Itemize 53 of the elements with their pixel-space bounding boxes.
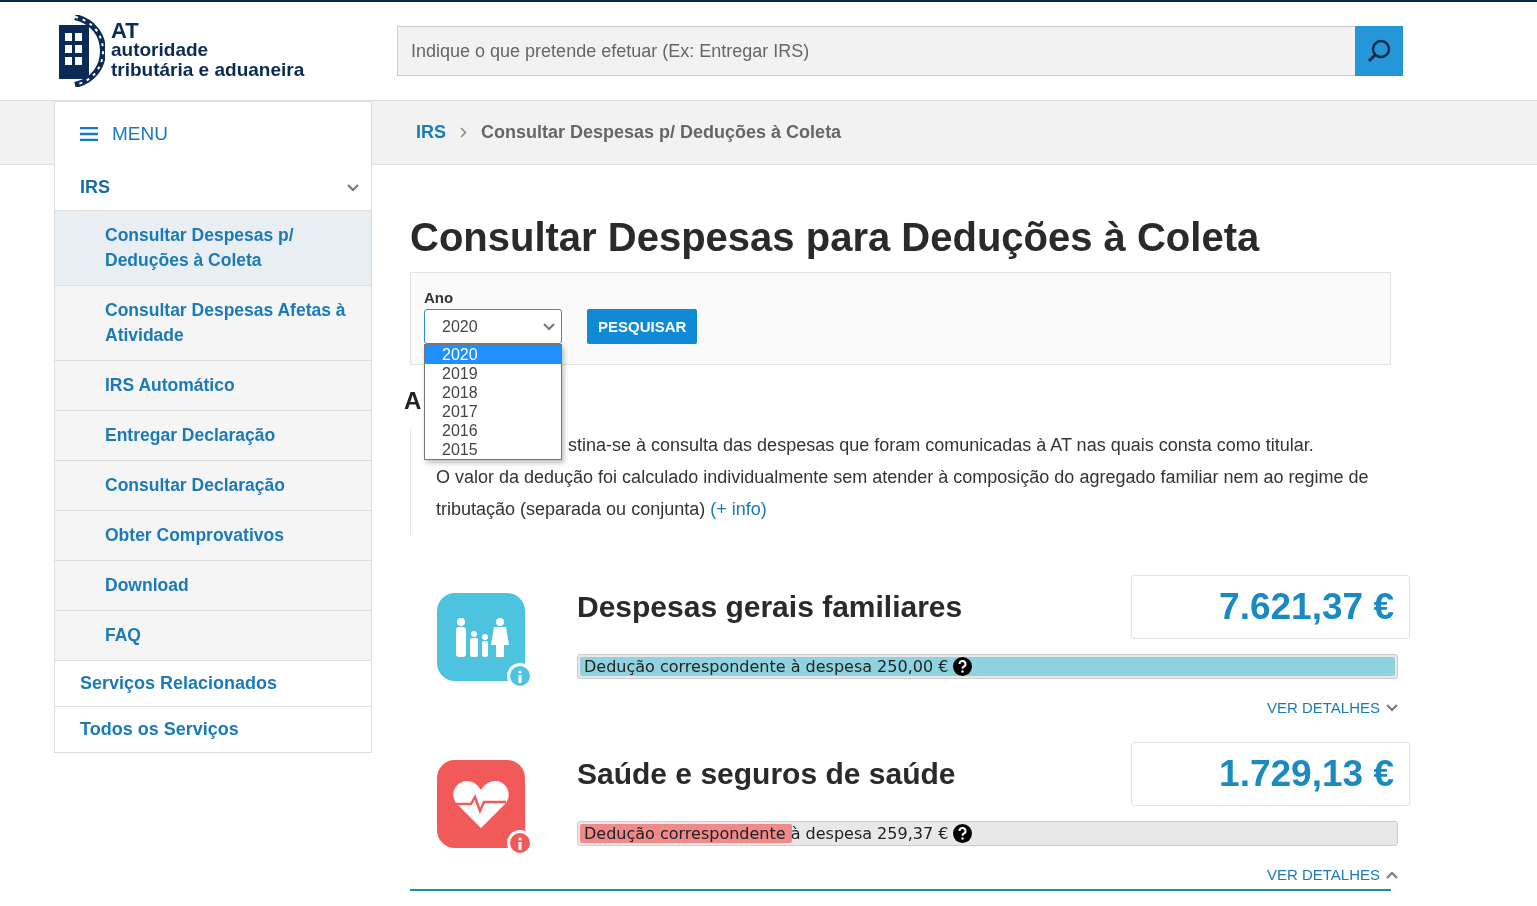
menu-item[interactable]: Download [54,561,372,611]
breadcrumb-current: Consultar Despesas p/ Deduções à Coleta [481,122,842,143]
chevron-down-icon [543,322,555,331]
dropdown-option[interactable]: 2017 [425,402,561,421]
menu-button[interactable]: MENU [54,101,372,165]
dropdown-option[interactable]: 2020 [425,345,561,364]
search-button[interactable]: PESQUISAR [587,309,698,344]
help-icon[interactable] [953,657,973,676]
logo-icon [57,15,105,87]
menu-link[interactable]: Serviços Relacionados [54,661,372,707]
intro-text: stina-se à consulta das despesas que foram comunicadas à AT nas quais consta como titular. [568,434,1315,457]
amount-value: 7.621,37 € [1131,575,1410,639]
page-title: Consultar Despesas para Deduções à Coleta [410,215,1261,260]
deduction-text: Dedução correspondente à despesa 259,37 € [584,823,949,845]
menu-link[interactable]: Todos os Serviços [54,707,372,753]
year-label: Ano [424,289,455,306]
chevron-icon [347,183,359,192]
menu-item[interactable]: Consultar Despesas p/ Deduções à Coleta [54,211,372,286]
family-icon [453,617,509,657]
category-title: Saúde e seguros de saúde [577,757,956,791]
dropdown-option[interactable]: 2018 [425,383,561,402]
logo-text: tributária e aduaneira [111,60,305,80]
menu-item[interactable]: Consultar Despesas Afetas à Atividade [54,286,372,361]
search-button[interactable] [1355,26,1403,76]
dropdown-option[interactable]: 2019 [425,364,561,383]
breadcrumb-link[interactable]: IRS [416,122,446,143]
heart-icon [452,779,510,829]
chevron-icon [1386,703,1398,712]
intro-text: O valor da dedução foi calculado individualmente sem atender à composição do agregado familiar nem ao regime de tributação (separada ou conjunta) (+ info) [436,466,1370,521]
details-link[interactable]: VER DETALHES [1266,699,1398,716]
search-field[interactable]: Indique o que pretende efetuar (Ex: Entregar IRS) [397,26,1355,76]
dropdown-option[interactable]: 2015 [425,440,561,459]
search-icon [1366,38,1392,64]
menu-icon [80,126,98,141]
section-heading: A [404,387,422,416]
menu-item[interactable]: IRS Automático [54,361,372,411]
help-icon[interactable] [953,824,973,843]
menu-item[interactable]: Obter Comprovativos [54,511,372,561]
menu-item[interactable]: FAQ [54,611,372,661]
chevron-right-icon [460,127,467,138]
chevron-icon [1386,870,1398,879]
logo-acronym: AT [111,22,140,40]
category-title: Despesas gerais familiares [577,590,963,624]
dropdown-option[interactable]: 2016 [425,421,561,440]
details-link[interactable]: VER DETALHES [1266,866,1398,883]
amount-value: 1.729,13 € [1131,742,1410,806]
info-link[interactable]: (+ info) [710,499,767,519]
menu-item[interactable]: Entregar Declaração [54,411,372,461]
logo-text: autoridade [111,40,210,60]
menu-section[interactable]: IRS [54,165,372,211]
year-select[interactable]: 2020 [424,309,562,344]
deduction-text: Dedução correspondente à despesa 250,00 € [584,656,949,678]
menu-item[interactable]: Consultar Declaração [54,461,372,511]
